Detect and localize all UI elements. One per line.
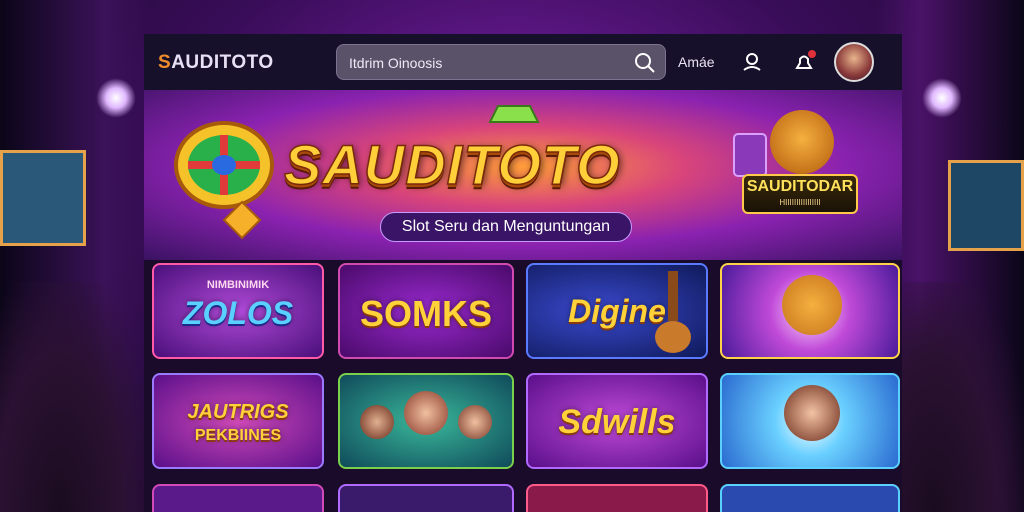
game-card[interactable]: Digine <box>526 263 708 359</box>
logo-rest: AUDITOTO <box>171 52 274 73</box>
game-card[interactable]: JAUTRIGS PEKBIINES <box>152 373 324 469</box>
character-figure <box>784 385 840 441</box>
game-card[interactable] <box>720 263 900 359</box>
avatar[interactable] <box>834 42 874 82</box>
hero-tagline: Slot Seru dan Menguntungan <box>380 212 632 242</box>
search-bar[interactable]: Itdrim Oinoosis <box>336 44 666 80</box>
game-card-title: Sdwills <box>558 403 676 441</box>
game-card[interactable] <box>152 484 324 512</box>
top-bar: SAUDITOTO Itdrim Oinoosis Amáe <box>144 34 902 90</box>
game-card[interactable] <box>720 373 900 469</box>
badge-subtitle: HIIIIIIIIIIIIIIII <box>779 198 821 207</box>
character-figure <box>360 405 394 439</box>
search-input[interactable]: Itdrim Oinoosis <box>349 55 442 71</box>
game-card[interactable] <box>338 484 514 512</box>
hero-title: SAUDITOTO <box>283 132 621 197</box>
slot-machine-icon <box>733 133 767 177</box>
guitar-icon <box>655 271 691 353</box>
game-card-title: ZOLOS <box>182 295 294 331</box>
hero-badge: SAUDITODAR HIIIIIIIIIIIIIIII <box>742 174 858 214</box>
bear-mascot-icon <box>782 275 842 335</box>
badge-title: SAUDITODAR <box>746 178 854 195</box>
app-window: SAUDITOTO Itdrim Oinoosis Amáe SAUDITOTO… <box>144 34 902 512</box>
venue-screen-right <box>948 160 1024 251</box>
bell-icon[interactable] <box>792 50 816 74</box>
notification-dot <box>808 50 816 58</box>
bear-mascot-icon <box>770 110 834 174</box>
game-card[interactable] <box>338 373 514 469</box>
hero-banner[interactable]: SAUDITOTO Slot Seru dan Menguntungan SAU… <box>144 90 902 260</box>
venue-screen-left <box>0 150 86 246</box>
game-card[interactable]: NIMBINIMIK ZOLOS <box>152 263 324 359</box>
gem-icon <box>222 200 262 240</box>
spotlight <box>96 78 136 118</box>
crowd-left <box>0 282 150 512</box>
game-card-title: JAUTRIGS <box>187 401 289 423</box>
site-logo[interactable]: SAUDITOTO <box>158 52 274 74</box>
user-icon[interactable] <box>740 50 764 74</box>
spotlight <box>922 78 962 118</box>
character-figure <box>458 405 492 439</box>
search-icon[interactable] <box>633 51 657 75</box>
game-card[interactable] <box>526 484 708 512</box>
character-figure <box>404 391 448 435</box>
game-card-title: SOMKS <box>359 293 492 334</box>
game-card[interactable]: SOMKS <box>338 263 514 359</box>
game-card[interactable]: Sdwills <box>526 373 708 469</box>
game-card[interactable] <box>720 484 900 512</box>
game-card-caption: NIMBINIMIK <box>206 279 270 291</box>
game-card-subtitle: PEKBIINES <box>194 427 282 444</box>
account-label[interactable]: Amáe <box>678 54 715 70</box>
gold-bar-icon <box>488 105 540 123</box>
logo-letter: S <box>158 52 172 73</box>
